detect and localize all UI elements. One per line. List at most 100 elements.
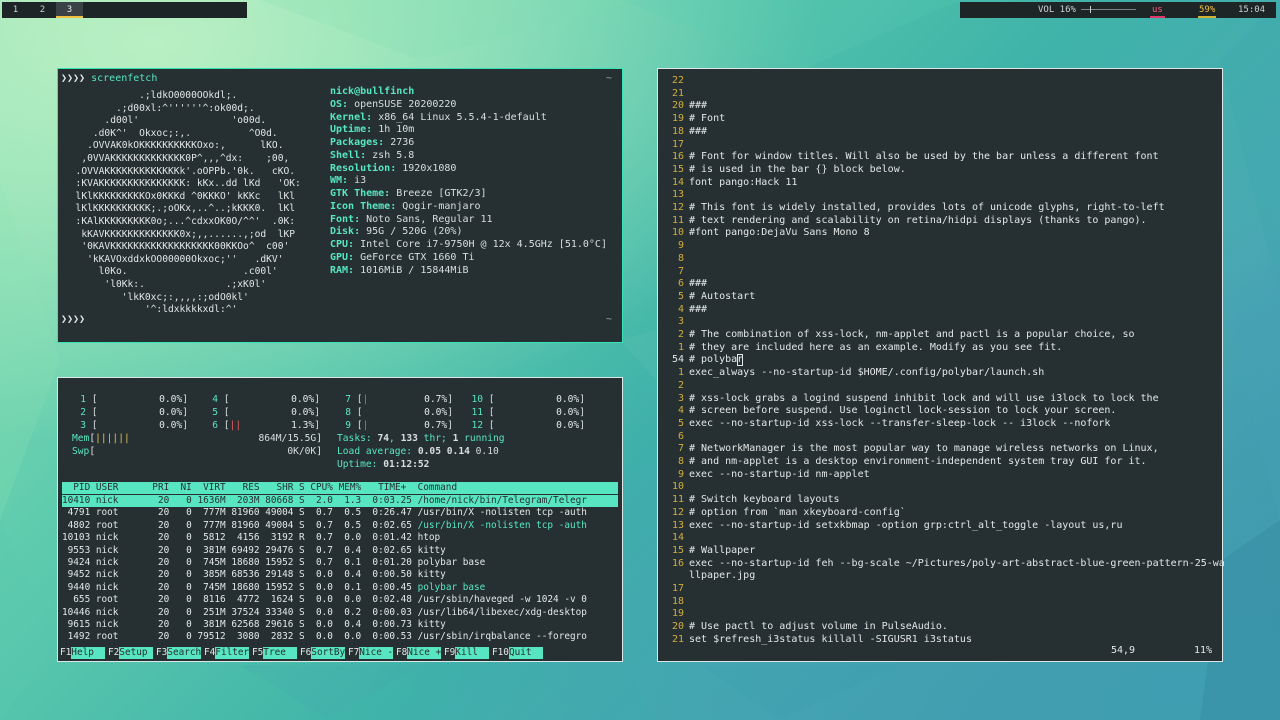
- info-value: Intel Core i7-9750H @ 12x 4.5GHz [51.0°C…: [360, 239, 607, 250]
- cpu-number: 4: [212, 394, 218, 405]
- process-command: /usr/bin/X -nolisten tcp -auth: [417, 519, 587, 531]
- cpu-meter: 7 [|: [337, 393, 368, 406]
- table-row[interactable]: 9452 nick 20 0 385M 68536 29148 S 0.0 0.…: [62, 569, 618, 581]
- process-fields: 9440 nick 20 0 745M 18680 15952 S 0.0 0.…: [62, 581, 418, 593]
- table-row[interactable]: 4791 root 20 0 777M 81960 49004 S 0.7 0.…: [62, 507, 618, 519]
- line-number: 16: [671, 557, 684, 569]
- process-fields: 4802 root 20 0 777M 81960 49004 S 0.7 0.…: [62, 519, 418, 531]
- table-row[interactable]: 4802 root 20 0 777M 81960 49004 S 0.7 0.…: [62, 520, 618, 532]
- cpu-percent-value: 0.7%: [424, 420, 448, 431]
- cpu-number: 6: [212, 420, 218, 431]
- cpu-percent-value: 0.0%: [291, 407, 315, 418]
- ascii-logo-line: 'lkK0xc;:,,,,:;odO0kl': [64, 291, 249, 303]
- fkey-number: F10: [492, 647, 509, 658]
- cpu-percent-value: 0.0%: [556, 407, 580, 418]
- volume-slider[interactable]: [1081, 6, 1136, 13]
- vim-line: 4 ###: [662, 304, 707, 316]
- cpu-number: 5: [212, 407, 218, 418]
- line-number: 11: [671, 214, 684, 226]
- process-command: /usr/bin/X -nolisten tcp -auth: [417, 507, 587, 519]
- vim-line: 9 exec --no-startup-id nm-applet: [662, 469, 870, 481]
- line-number: 17: [671, 583, 684, 594]
- fkey-f6-button[interactable]: F6SortBy: [300, 647, 346, 659]
- line-number: 10: [671, 481, 684, 493]
- table-row[interactable]: 655 root 20 0 8116 4772 1624 S 0.0 0.0 0…: [62, 594, 618, 606]
- table-row[interactable]: 10103 nick 20 0 5812 4156 3192 R 0.7 0.0…: [62, 532, 618, 544]
- table-row[interactable]: 1492 root 20 0 79512 3080 2832 S 0.0 0.0…: [62, 631, 618, 643]
- info-key: Shell:: [330, 149, 367, 161]
- table-row[interactable]: 10446 nick 20 0 251M 37524 33340 S 0.0 0…: [62, 607, 618, 619]
- fkey-f10-button[interactable]: F10Quit: [492, 647, 543, 659]
- cpu-percent: 0.0%]: [159, 420, 188, 431]
- cpu-percent-value: 0.0%: [159, 420, 183, 431]
- cpu-meter: 10 [: [469, 393, 494, 406]
- line-number: 19: [671, 608, 684, 620]
- line-number: 15: [671, 544, 684, 556]
- workspace-1-button[interactable]: 1: [2, 2, 29, 18]
- keyboard-layout-indicator[interactable]: us: [1150, 2, 1165, 18]
- info-row: WM: i3: [330, 175, 607, 188]
- table-row[interactable]: 9553 nick 20 0 381M 69492 29476 S 0.7 0.…: [62, 545, 618, 557]
- cpu-percent-value: 0.0%: [556, 394, 580, 405]
- ascii-logo-line: .d00l' 'o00d.: [64, 115, 267, 127]
- table-row[interactable]: 10410 nick 20 0 1636M 203M 80668 S 2.0 1…: [62, 495, 618, 507]
- process-table-header[interactable]: PID USER PRI NI VIRT RES SHR S CPU% MEM%…: [62, 482, 618, 494]
- table-row[interactable]: 9424 nick 20 0 745M 18680 15952 S 0.7 0.…: [62, 557, 618, 569]
- info-row: GPU: GeForce GTX 1660 Ti: [330, 252, 607, 265]
- table-row[interactable]: 9440 nick 20 0 745M 18680 15952 S 0.0 0.…: [62, 582, 618, 594]
- process-fields: 9553 nick 20 0 381M 69492 29476 S 0.7 0.…: [62, 544, 418, 556]
- line-number: 4: [677, 303, 684, 315]
- fkey-f2-button[interactable]: F2Setup: [108, 647, 154, 659]
- status-bar: VOL 16% us 59% 15:04: [960, 2, 1276, 18]
- vim-line: 17: [662, 139, 689, 151]
- volume-slider-knob[interactable]: [1089, 6, 1091, 13]
- process-fields: 10103 nick 20 0 5812 4156 3192 R 0.7 0.0…: [62, 532, 418, 544]
- fkey-f5-button[interactable]: F5Tree: [252, 647, 298, 659]
- info-row: Resolution: 1920x1080: [330, 163, 607, 176]
- fkey-f7-button[interactable]: F7Nice -: [348, 647, 394, 659]
- fkey-label: Setup: [119, 647, 154, 659]
- line-text: # screen before suspend. Use loginctl lo…: [689, 405, 1117, 417]
- line-number: 10: [671, 227, 684, 239]
- vim-line: 7 # NetworkManager is the most popular wa…: [662, 443, 1159, 455]
- text-cursor: r: [737, 354, 744, 367]
- fkey-f1-button[interactable]: F1Help: [60, 647, 106, 659]
- line-number: 16: [671, 151, 684, 163]
- line-number: 20: [671, 621, 684, 633]
- fkey-f9-button[interactable]: F9Kill: [444, 647, 490, 659]
- shell-prompt-2[interactable]: ❯❯❯❯: [61, 314, 85, 325]
- vim-line: 14: [662, 532, 689, 544]
- fkey-label: Quit: [508, 647, 543, 659]
- table-row[interactable]: 9615 nick 20 0 381M 62568 29616 S 0.0 0.…: [62, 619, 618, 631]
- process-fields: 655 root 20 0 8116 4772 1624 S 0.0 0.0 0…: [62, 594, 418, 606]
- cpu-percent-value: 0.0%: [556, 420, 580, 431]
- info-key: Packages:: [330, 137, 385, 148]
- ascii-logo-line: lKlKKKKKKKKKOx0KKKd ^0KKKO' kKKc lKl: [64, 190, 296, 202]
- workspace-3-button[interactable]: 3: [56, 2, 83, 18]
- process-command: htop: [417, 532, 441, 544]
- ascii-logo-line: .d0K^' Okxoc;:,. ^O0d.: [64, 127, 278, 139]
- cpu-number: 8: [345, 407, 351, 418]
- line-number: 18: [671, 595, 684, 607]
- ascii-logo-line: 'l0Kk:. .;xK0l': [64, 278, 267, 290]
- workspace-2-button[interactable]: 2: [29, 2, 56, 18]
- process-fields: 1492 root 20 0 79512 3080 2832 S 0.0 0.0…: [62, 631, 418, 643]
- fkey-f3-button[interactable]: F3Search: [156, 647, 202, 659]
- user-host: nick@bullfinch: [330, 86, 415, 97]
- vim-line: 6 ###: [662, 278, 707, 290]
- fkey-number: F6: [300, 647, 312, 658]
- line-number: 14: [671, 176, 684, 188]
- volume-label[interactable]: VOL 16%: [1038, 2, 1076, 18]
- info-row: Uptime: 1h 10m: [330, 124, 607, 137]
- vim-line: 18 ###: [662, 126, 707, 138]
- vim-line: 1 exec_always --no-startup-id $HOME/.conf…: [662, 367, 1044, 379]
- fkey-label: Search: [167, 647, 202, 659]
- line-number: 9: [677, 240, 684, 252]
- fkey-f8-button[interactable]: F8Nice +: [396, 647, 442, 659]
- line-number: 8: [677, 456, 684, 467]
- info-row: Font: Noto Sans, Regular 11: [330, 214, 607, 227]
- vim-line: 4 # screen before suspend. Use loginctl l…: [662, 405, 1117, 417]
- fkey-number: F4: [204, 647, 216, 658]
- fkey-f4-button[interactable]: F4Filter: [204, 647, 250, 659]
- line-number: 13: [671, 519, 684, 531]
